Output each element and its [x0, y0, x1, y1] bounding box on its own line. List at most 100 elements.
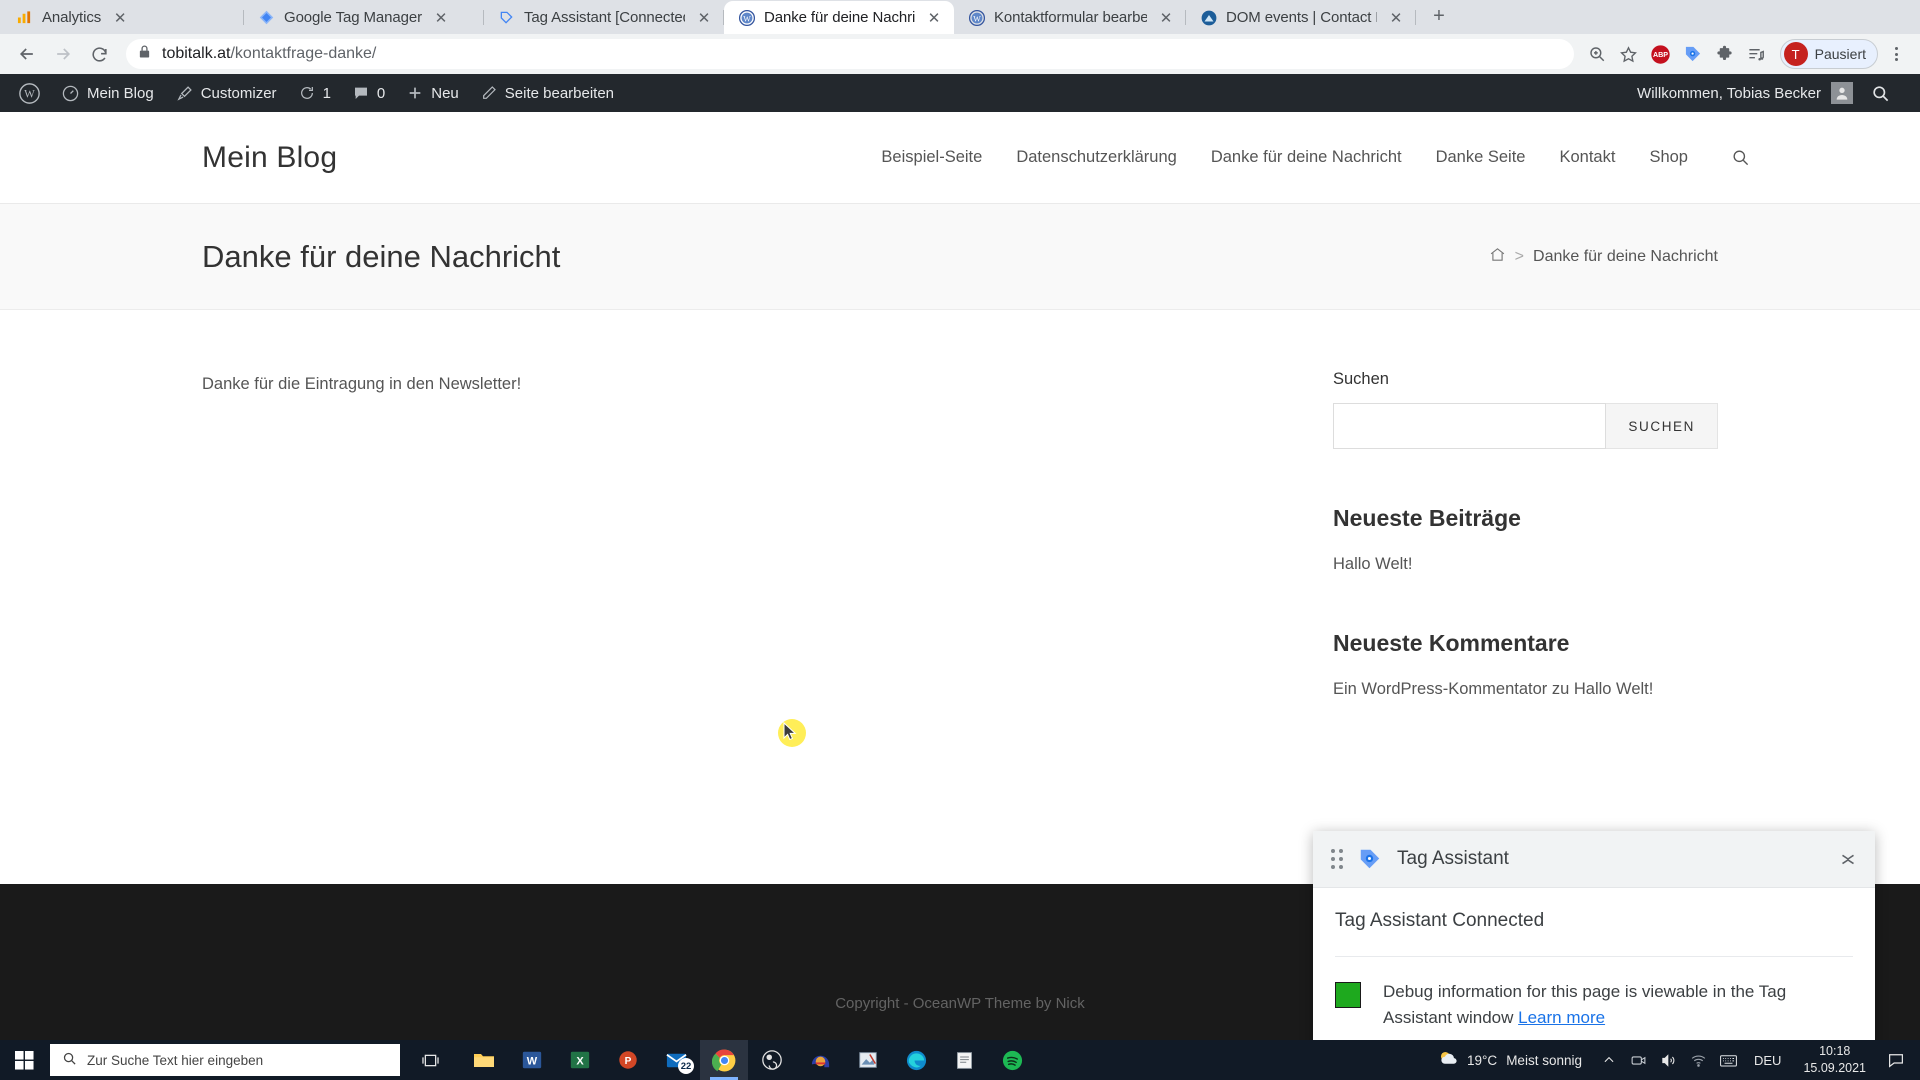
- back-button-icon[interactable]: [10, 37, 44, 71]
- tab-close-icon[interactable]: ✕: [924, 8, 944, 28]
- admin-bar-right-group: Willkommen, Tobias Becker: [1627, 82, 1920, 104]
- excel-icon[interactable]: X: [556, 1040, 604, 1080]
- search-icon: [62, 1051, 77, 1069]
- search-widget-label: Suchen: [1333, 370, 1389, 388]
- profile-button[interactable]: T Pausiert: [1779, 39, 1878, 69]
- nav-item-kontakt[interactable]: Kontakt: [1542, 148, 1632, 167]
- audacity-icon[interactable]: [796, 1040, 844, 1080]
- volume-icon[interactable]: [1654, 1040, 1684, 1080]
- svg-text:X: X: [576, 1056, 584, 1068]
- admin-bar-item-wordpress-logo[interactable]: W: [8, 74, 51, 112]
- admin-bar-label: Seite bearbeiten: [504, 84, 615, 102]
- tag-assistant-icon[interactable]: [1678, 39, 1708, 69]
- spotify-icon[interactable]: [988, 1040, 1036, 1080]
- browser-tab-analytics[interactable]: Analytics ✕: [2, 1, 244, 34]
- browser-tab-tag-assistant[interactable]: Tag Assistant [Connected] ✕: [484, 1, 724, 34]
- chrome-icon[interactable]: [700, 1040, 748, 1080]
- taskbar-search-box[interactable]: Zur Suche Text hier eingeben: [50, 1044, 400, 1076]
- admin-bar-item-seite-bearbeiten[interactable]: Seite bearbeiten: [470, 74, 625, 112]
- admin-bar-item-comments[interactable]: 0: [342, 74, 396, 112]
- keyboard-icon[interactable]: [1714, 1040, 1744, 1080]
- admin-bar-label: 0: [376, 84, 386, 102]
- tray-icon-group: [1594, 1040, 1744, 1080]
- tab-close-icon[interactable]: ✕: [694, 8, 714, 28]
- admin-bar-item-mein-blog[interactable]: Mein Blog: [51, 74, 165, 112]
- tab-close-icon[interactable]: ✕: [431, 8, 451, 28]
- browser-tab-kontaktformular-bearbeiten[interactable]: W Kontaktformular bearbeiten ‹ Me ✕: [954, 1, 1186, 34]
- edge-icon[interactable]: [892, 1040, 940, 1080]
- forward-button-icon[interactable]: [46, 37, 80, 71]
- admin-bar-item-customizer[interactable]: Customizer: [165, 74, 288, 112]
- address-bar[interactable]: tobitalk.at/kontaktfrage-danke/: [126, 39, 1574, 69]
- admin-bar-welcome[interactable]: Willkommen, Tobias Becker: [1627, 85, 1831, 102]
- tab-close-icon[interactable]: ✕: [110, 8, 130, 28]
- obs-icon[interactable]: [748, 1040, 796, 1080]
- site-logo[interactable]: Mein Blog: [0, 141, 337, 175]
- nav-item-beispiel-seite[interactable]: Beispiel-Seite: [864, 148, 999, 167]
- admin-bar-item-neu[interactable]: Neu: [396, 74, 470, 112]
- drag-handle-icon[interactable]: [1331, 849, 1343, 869]
- admin-bar-label: Customizer: [200, 84, 277, 102]
- wordpress-admin-bar: W Mein Blog Customizer 1 0 Neu Seite bea…: [0, 74, 1920, 112]
- browser-tab-google-tag-manager[interactable]: Google Tag Manager ✕: [244, 1, 484, 34]
- breadcrumb-current: Danke für deine Nachricht: [1533, 247, 1718, 265]
- tab-strip: Analytics ✕ Google Tag Manager ✕ Tag Ass…: [0, 0, 1920, 34]
- snipping-tool-icon[interactable]: [844, 1040, 892, 1080]
- language-indicator[interactable]: DEU: [1744, 1053, 1791, 1068]
- notepad-icon[interactable]: [940, 1040, 988, 1080]
- reading-list-icon[interactable]: [1742, 39, 1772, 69]
- mail-icon[interactable]: 22: [652, 1040, 700, 1080]
- wifi-icon[interactable]: [1684, 1040, 1714, 1080]
- svg-text:W: W: [24, 88, 35, 100]
- file-explorer-icon[interactable]: [460, 1040, 508, 1080]
- home-icon[interactable]: [1489, 246, 1506, 268]
- reload-button-icon[interactable]: [82, 37, 116, 71]
- address-bar-url: tobitalk.at/kontaktfrage-danke/: [162, 45, 376, 63]
- weather-widget[interactable]: 19°C Meist sonnig: [1425, 1048, 1594, 1072]
- recent-comment-item[interactable]: Ein WordPress-Kommentator zu Hallo Welt!: [1333, 680, 1718, 699]
- search-submit-button[interactable]: SUCHEN: [1606, 403, 1718, 449]
- brush-icon: [176, 85, 193, 102]
- nav-item-danke-fuer-deine-nachricht[interactable]: Danke für deine Nachricht: [1194, 148, 1419, 167]
- comment-icon: [353, 85, 369, 101]
- weather-description: Meist sonnig: [1506, 1052, 1582, 1068]
- avatar[interactable]: [1831, 82, 1853, 104]
- url-path: /kontaktfrage-danke/: [230, 45, 377, 62]
- page-viewport: W Mein Blog Customizer 1 0 Neu Seite bea…: [0, 74, 1920, 1040]
- browser-tab-dom-events-contact-form-7[interactable]: DOM events | Contact Form 7 ✕: [1186, 1, 1416, 34]
- extensions-puzzle-icon[interactable]: [1710, 39, 1740, 69]
- powerpoint-icon[interactable]: P: [604, 1040, 652, 1080]
- tab-close-icon[interactable]: ✕: [1156, 8, 1176, 28]
- search-icon[interactable]: [1853, 84, 1904, 103]
- notification-icon[interactable]: [1878, 1040, 1914, 1080]
- avatar: T: [1783, 42, 1808, 66]
- chevron-up-icon[interactable]: [1594, 1040, 1624, 1080]
- nav-item-datenschutzerklaerung[interactable]: Datenschutzerklärung: [999, 148, 1194, 167]
- adblock-plus-icon[interactable]: ABP: [1646, 39, 1676, 69]
- clock-date: 15.09.2021: [1803, 1061, 1866, 1075]
- pencil-icon: [481, 85, 497, 101]
- tab-close-icon[interactable]: ✕: [1386, 8, 1406, 28]
- chevron-collapse-icon[interactable]: [1833, 844, 1863, 874]
- search-icon[interactable]: [1705, 148, 1750, 167]
- clock-widget[interactable]: 10:18 15.09.2021: [1791, 1043, 1878, 1077]
- toolbar-icon-group: ABP: [1582, 39, 1772, 69]
- camera-icon[interactable]: [1624, 1040, 1654, 1080]
- mail-badge-count: 22: [678, 1058, 694, 1074]
- nav-item-shop[interactable]: Shop: [1632, 148, 1705, 167]
- browser-tab-danke-fuer-deine-nachricht[interactable]: W Danke für deine Nachricht – Mei ✕: [724, 1, 954, 34]
- nav-item-danke-seite[interactable]: Danke Seite: [1419, 148, 1543, 167]
- new-tab-button[interactable]: +: [1422, 0, 1456, 33]
- chrome-menu-icon[interactable]: [1882, 39, 1910, 69]
- zoom-icon[interactable]: [1582, 39, 1612, 69]
- learn-more-link[interactable]: Learn more: [1518, 1008, 1605, 1027]
- search-input[interactable]: [1333, 403, 1607, 449]
- bookmark-star-icon[interactable]: [1614, 39, 1644, 69]
- word-icon[interactable]: W: [508, 1040, 556, 1080]
- tag-assistant-message-row: Debug information for this page is viewa…: [1335, 957, 1853, 1040]
- recent-post-item[interactable]: Hallo Welt!: [1333, 555, 1718, 574]
- task-view-icon[interactable]: [406, 1040, 454, 1080]
- admin-bar-item-updates[interactable]: 1: [288, 74, 342, 112]
- windows-start-icon[interactable]: [0, 1040, 48, 1080]
- sidebar: Suchen SUCHEN Neueste Beiträge Hallo Wel…: [1333, 370, 1718, 699]
